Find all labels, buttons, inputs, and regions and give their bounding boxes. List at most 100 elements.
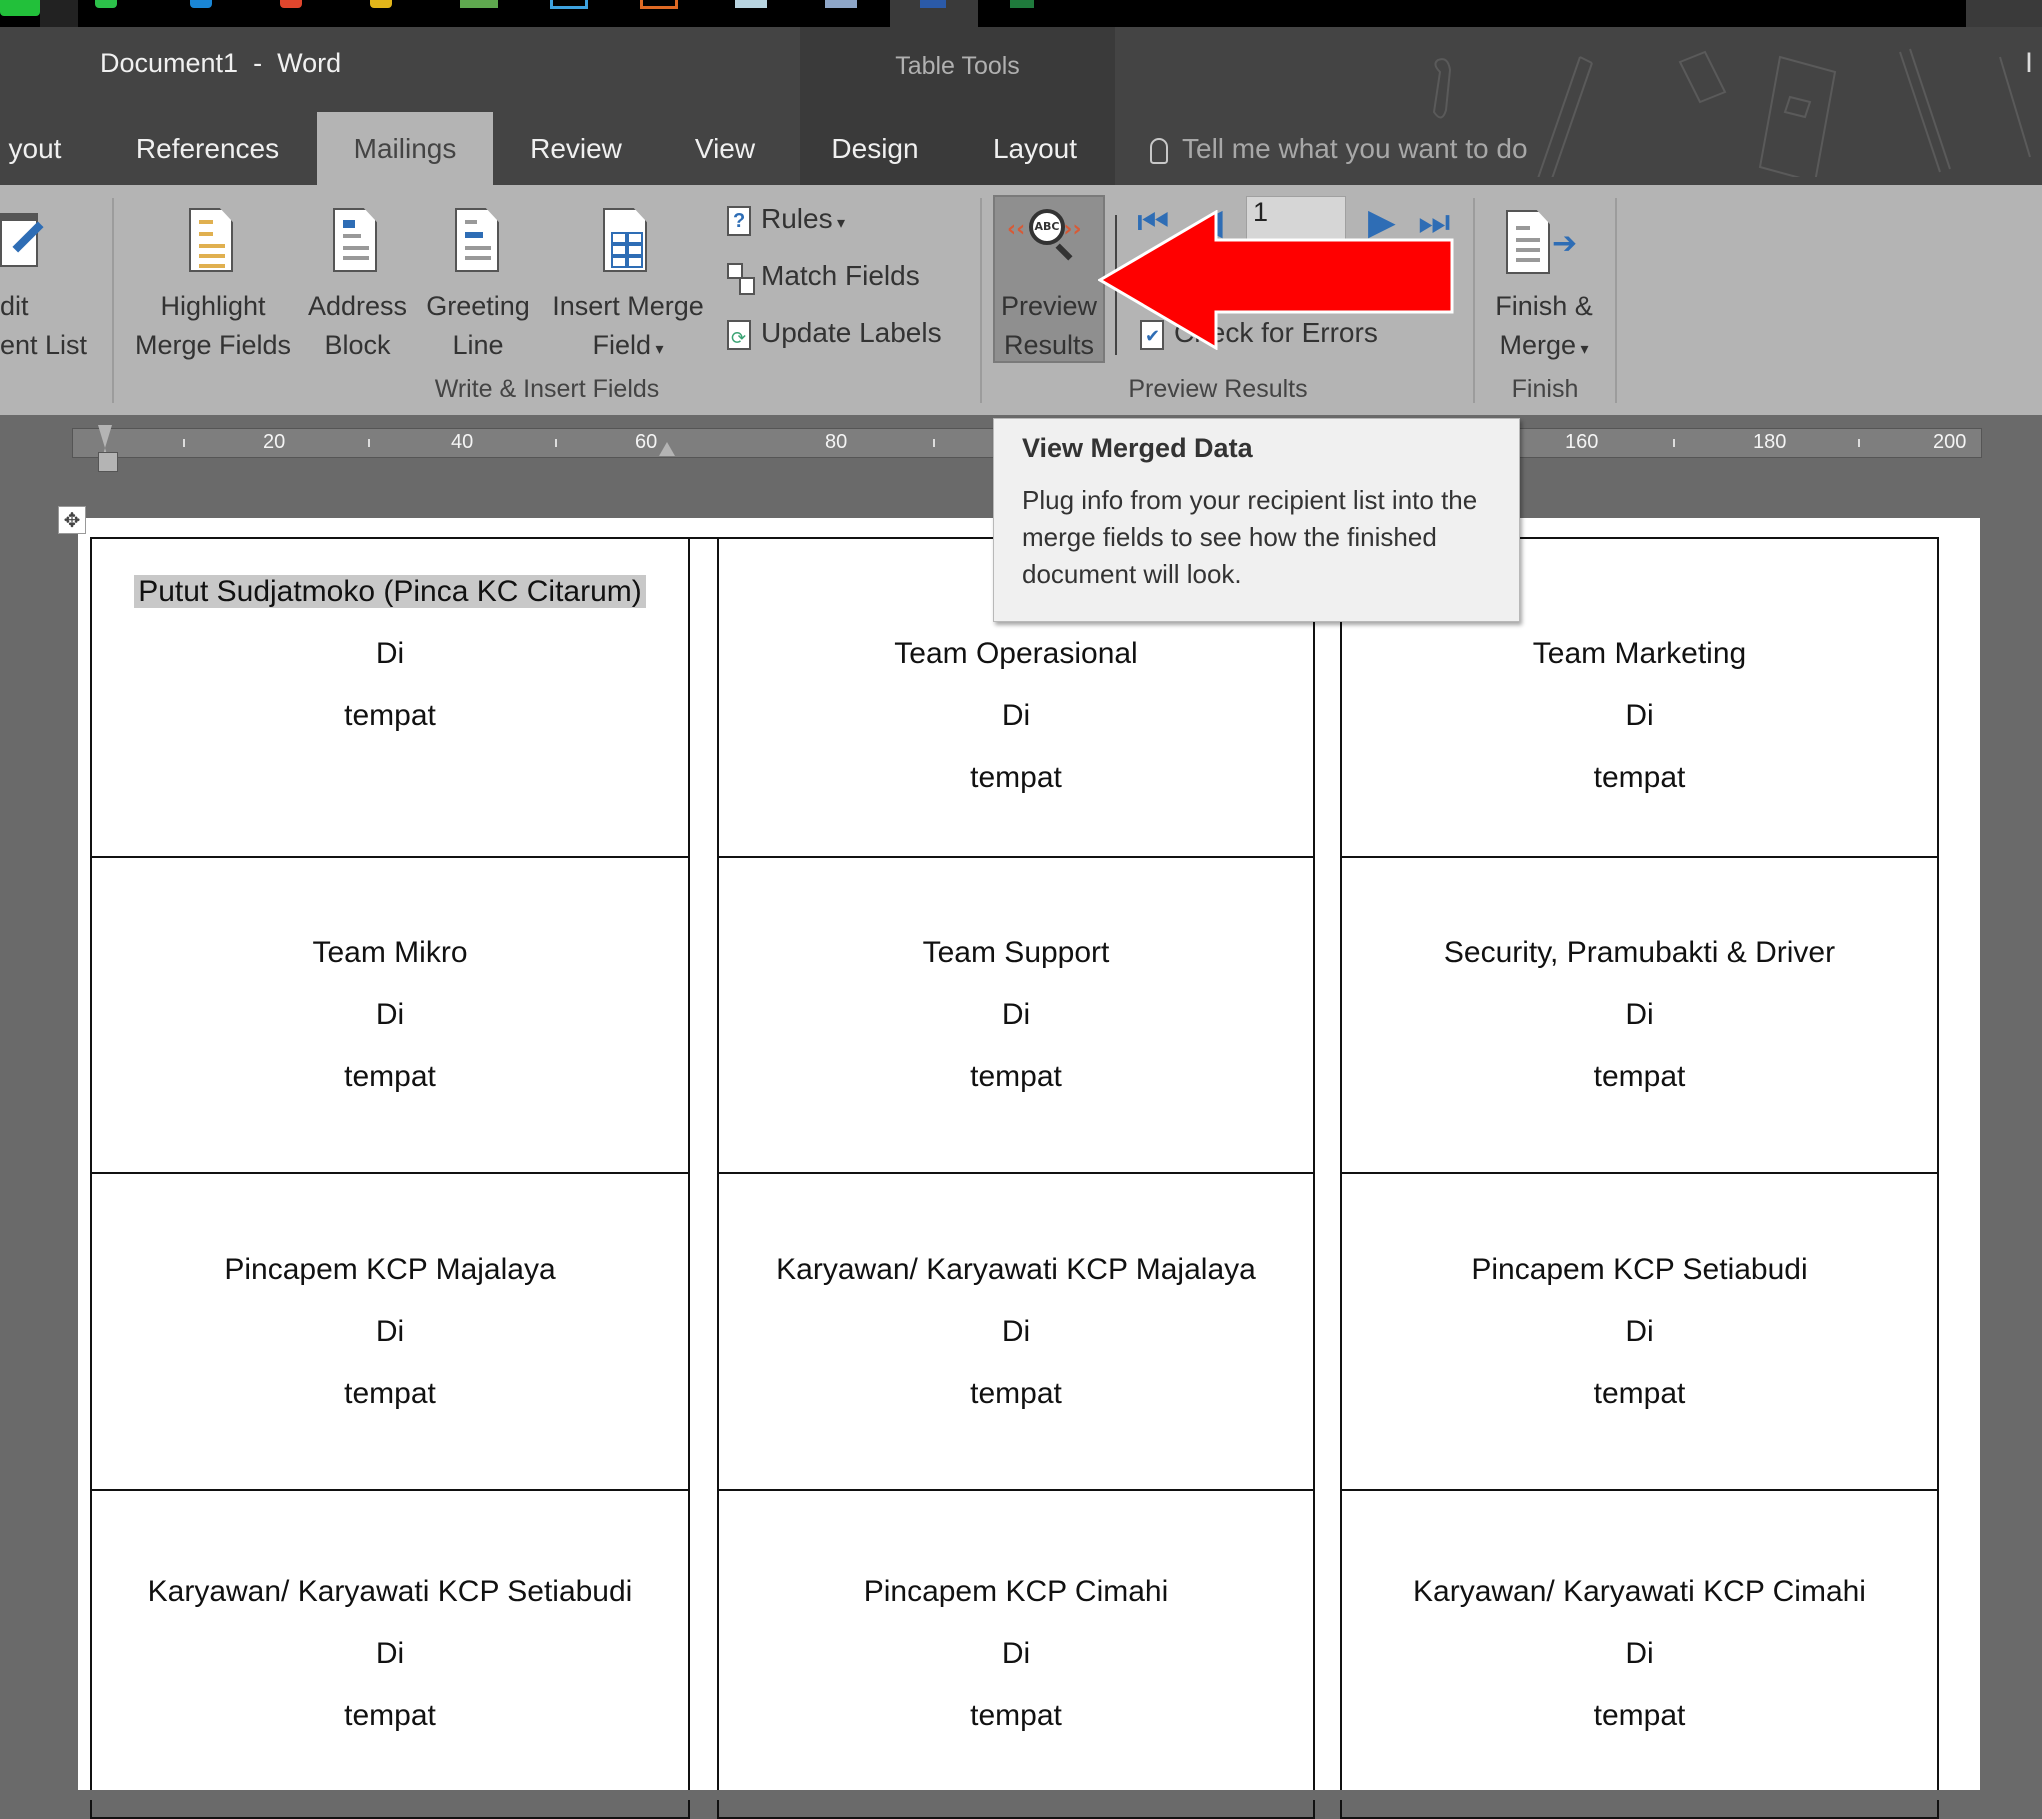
tab-design[interactable]: Design (815, 112, 935, 185)
ruler-label: 60 (635, 431, 658, 453)
label-line2: Di (1001, 1637, 1031, 1670)
annotation-arrow-icon (1098, 210, 1454, 350)
match-fields-icon (727, 262, 755, 295)
label-line2: Di (375, 1637, 405, 1670)
preview-line2: Results (1003, 330, 1095, 360)
tab-review[interactable]: Review (515, 112, 637, 185)
label-line3: tempat (344, 699, 436, 732)
label-cell[interactable]: Putut Sudjatmoko (Pinca KC Citarum) Di t… (90, 537, 690, 858)
label-cell[interactable]: Pincapem KCP Majalaya Di tempat (90, 1172, 690, 1491)
update-labels-icon: ⟳ (727, 319, 751, 350)
ruler-label: 200 (1933, 431, 1967, 453)
window-title: Document1 - Word (100, 48, 342, 78)
blue-app-icon[interactable] (190, 0, 212, 8)
spacer-column (1313, 537, 1342, 1800)
highlight-line2: Merge Fields (134, 330, 292, 360)
label-line2: Di (1625, 1637, 1654, 1670)
address-block-icon (333, 208, 377, 272)
label-cell[interactable]: Team Support Di tempat (717, 856, 1315, 1174)
match-fields-button[interactable]: Match Fields (727, 260, 920, 295)
label-line2: Di (1001, 699, 1031, 732)
ruler-label: 180 (1753, 431, 1787, 453)
greeting-line-button[interactable]: Greeting Line (418, 287, 538, 365)
label-line2: Di (375, 637, 405, 670)
label-line2: Di (375, 1314, 405, 1348)
group-separator (1615, 198, 1617, 403)
red-app-icon[interactable] (280, 0, 302, 8)
label-cell[interactable]: Security, Pramubakti & Driver Di tempat (1340, 856, 1939, 1174)
label-name: Team Operasional (894, 637, 1138, 670)
highlight-merge-fields-button[interactable]: Highlight Merge Fields (128, 287, 298, 365)
left-indent-box[interactable] (98, 452, 118, 472)
edit-recipient-list-button[interactable]: dit ent List (0, 287, 87, 365)
highlight-merge-fields-icon (189, 208, 233, 272)
dropdown-caret-icon: ▾ (832, 215, 846, 232)
tab-references[interactable]: References (120, 112, 295, 185)
label-line2: Di (1625, 1314, 1654, 1348)
status-strip (0, 1790, 2042, 1800)
finish-merge-button[interactable]: Finish & Merge ▾ (1478, 287, 1610, 369)
preview-results-button[interactable]: ‹‹ ›› ABC Preview Results (993, 195, 1105, 363)
update-labels-button[interactable]: ⟳ Update Labels (727, 317, 942, 350)
rules-label: Rules (761, 203, 833, 234)
rules-icon: ? (727, 205, 751, 236)
label-line2: Di (1001, 1314, 1031, 1348)
tab-mailings[interactable]: Mailings (317, 112, 493, 185)
address-block-line2: Block (324, 330, 391, 360)
tab-layout[interactable]: yout (0, 112, 70, 185)
app-icon-green[interactable] (0, 0, 40, 16)
tab-view[interactable]: View (670, 112, 780, 185)
lightbulb-icon (1150, 137, 1168, 164)
word-taskbar-item-active[interactable] (890, 0, 978, 27)
ruler-label: 20 (263, 431, 286, 453)
label-name: Karyawan/ Karyawati KCP Majalaya (776, 1252, 1256, 1286)
spacer-column (688, 537, 719, 1800)
insert-merge-field-line1: Insert Merge (552, 291, 704, 321)
label-name: Pincapem KCP Setiabudi (1471, 1252, 1808, 1286)
rules-button[interactable]: ? Rules ▾ (727, 203, 845, 236)
dropdown-caret-icon: ▾ (651, 341, 664, 358)
excel-icon[interactable] (1010, 0, 1034, 8)
insert-merge-field-button[interactable]: Insert Merge Field ▾ (543, 287, 713, 369)
label-cell[interactable]: Pincapem KCP Setiabudi Di tempat (1340, 1172, 1939, 1491)
greeting-line-icon (455, 208, 499, 272)
printer-icon[interactable] (825, 0, 857, 8)
table-move-handle-icon[interactable]: ✥ (58, 506, 86, 534)
label-line3: tempat (1593, 1699, 1686, 1732)
address-block-button[interactable]: Address Block (300, 287, 415, 365)
image-viewer-icon[interactable] (735, 0, 767, 8)
ruler-tick (1858, 439, 1860, 447)
label-line2: Di (1625, 998, 1654, 1031)
label-line3: tempat (970, 1060, 1062, 1093)
label-line3: tempat (970, 1376, 1062, 1410)
taskbar-tray (1966, 0, 2042, 27)
ruler-label: 40 (451, 431, 474, 453)
label-cell[interactable]: Karyawan/ Karyawati KCP Cimahi Di tempat (1340, 1489, 1939, 1819)
preview-line1: Preview (1000, 291, 1098, 321)
label-name: Pincapem KCP Cimahi (863, 1575, 1169, 1608)
label-cell[interactable]: Karyawan/ Karyawati KCP Majalaya Di temp… (717, 1172, 1315, 1491)
label-name: Team Marketing (1532, 637, 1747, 670)
label-cell[interactable]: Pincapem KCP Cimahi Di tempat (717, 1489, 1315, 1819)
address-block-line1: Address (307, 291, 408, 321)
finish-merge-line1: Finish & (1495, 291, 1593, 321)
chrome-icon[interactable] (370, 0, 392, 8)
greeting-line1: Greeting (426, 291, 530, 321)
arrow-right-icon: ➔ (1552, 226, 1578, 261)
ruler-tick (183, 439, 185, 447)
tell-me-search[interactable]: Tell me what you want to do (1150, 112, 1528, 185)
taskbar-spacer (40, 0, 78, 27)
greeting-line2: Line (452, 330, 504, 360)
group-label-preview-results: Preview Results (1128, 375, 1308, 403)
blue-outline-app-icon[interactable] (550, 0, 588, 9)
label-name: Team Support (922, 936, 1110, 969)
whatsapp-icon[interactable] (95, 0, 117, 8)
ruler-label: 160 (1565, 431, 1599, 453)
label-cell[interactable]: Team Mikro Di tempat (90, 856, 690, 1174)
orange-app-icon[interactable] (640, 0, 678, 9)
label-line2: Di (375, 998, 405, 1031)
green-app-icon[interactable] (460, 0, 498, 8)
label-cell[interactable]: Karyawan/ Karyawati KCP Setiabudi Di tem… (90, 1489, 690, 1819)
tab-table-layout[interactable]: Layout (975, 112, 1095, 185)
dropdown-caret-icon: ▾ (1576, 341, 1589, 358)
